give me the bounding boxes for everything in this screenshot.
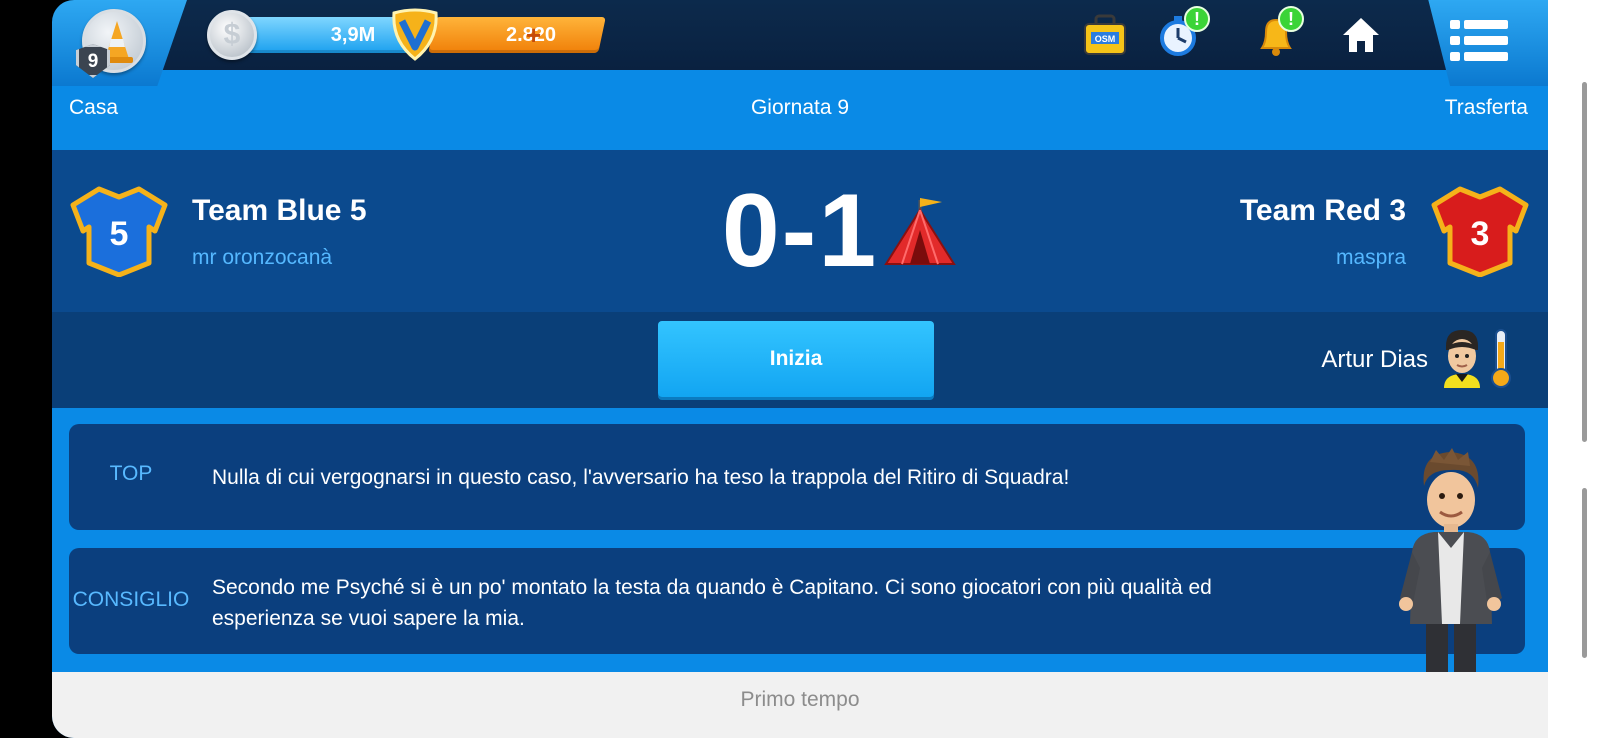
- round-label: Giornata 9: [750, 96, 850, 119]
- start-match-button[interactable]: Inizia: [658, 321, 934, 397]
- main-menu-button[interactable]: [1428, 0, 1548, 86]
- house-icon[interactable]: [1342, 16, 1380, 54]
- referee-avatar-icon[interactable]: [1440, 328, 1484, 388]
- away-team-name[interactable]: Team Red 3: [1240, 194, 1406, 228]
- referee-name[interactable]: Artur Dias: [1321, 346, 1428, 374]
- silver-coin-icon: $: [207, 10, 257, 60]
- away-manager-name: maspra: [1335, 246, 1406, 269]
- match-period-footer: Primo tempo: [52, 672, 1548, 738]
- tip-tag: CONSIGLIO: [72, 588, 190, 611]
- tips-area: TOP Nulla di cui vergognarsi in questo c…: [52, 408, 1548, 674]
- credits-balance[interactable]: 2.820: [428, 17, 606, 53]
- scrollbar-thumb[interactable]: [1582, 82, 1587, 442]
- add-credits-icon[interactable]: +: [526, 20, 541, 50]
- period-label: Primo tempo: [740, 688, 860, 711]
- match-labels-row: Casa Giornata 9 Trasferta: [52, 86, 1548, 148]
- scrollbar-thumb[interactable]: [1582, 488, 1587, 658]
- tip-tag: TOP: [109, 462, 153, 485]
- stopwatch-button[interactable]: !: [1158, 6, 1210, 63]
- tip-card: TOP Nulla di cui vergognarsi in questo c…: [69, 424, 1525, 530]
- thermometer-icon: [1491, 329, 1511, 388]
- tent-icon: [884, 198, 956, 265]
- away-label: Trasferta: [1444, 96, 1528, 119]
- match-score: 0-1: [721, 173, 879, 289]
- credits-value: 2.820: [505, 24, 557, 46]
- notification-alert-badge: !: [1278, 6, 1304, 32]
- notifications-button[interactable]: !: [1254, 6, 1304, 63]
- game-screen: 9 3,9M $ 2.820 + OSM ! ! Casa Giornata 9…: [52, 0, 1548, 738]
- level-number: 9: [76, 44, 110, 78]
- top-bar: 9 3,9M $ 2.820 + OSM ! !: [52, 0, 1548, 86]
- tip-text: Secondo me Psyché si è un po' montato la…: [212, 576, 1212, 630]
- osm-label: OSM: [1095, 34, 1116, 44]
- away-team-shirt-icon[interactable]: 3: [1430, 185, 1530, 277]
- away-shirt-number: 3: [1471, 215, 1490, 253]
- gold-shield-icon: [392, 8, 438, 61]
- timer-alert-badge: !: [1184, 6, 1210, 32]
- action-row: Inizia Artur Dias: [52, 312, 1548, 408]
- assistant-character-image: [1399, 448, 1502, 674]
- level-badge[interactable]: 9: [52, 0, 187, 86]
- scrollbar-track: [1548, 0, 1600, 738]
- tip-text: Nulla di cui vergognarsi in questo caso,…: [212, 466, 1070, 489]
- list-menu-icon: [1450, 20, 1508, 61]
- score-panel: 5 Team Blue 5 mr oronzocanà 0-1 Team Red…: [52, 150, 1548, 312]
- tip-card: CONSIGLIO Secondo me Psyché si è un po' …: [69, 548, 1525, 654]
- osm-bag-icon[interactable]: OSM: [1082, 12, 1128, 58]
